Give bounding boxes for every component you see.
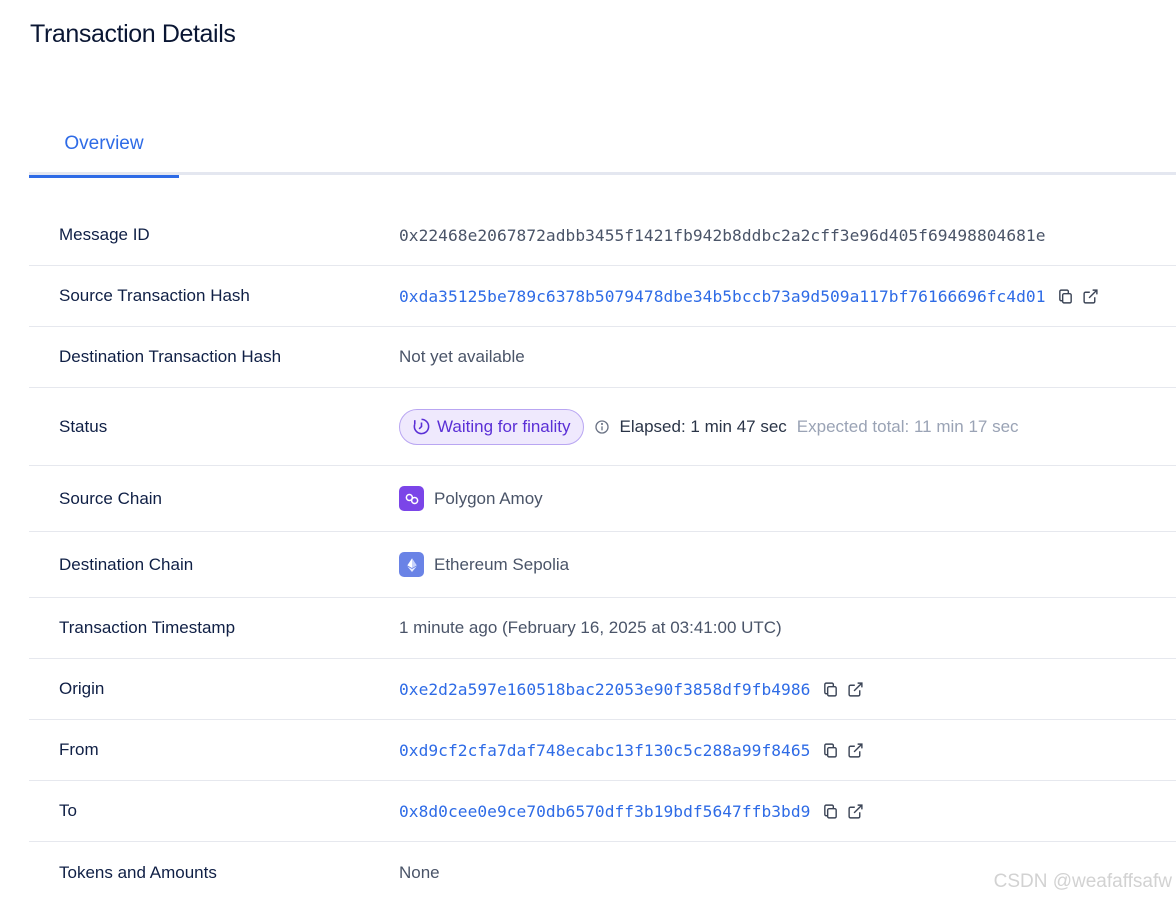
row-label: Origin (59, 679, 105, 698)
row-value: Not yet available (399, 347, 525, 366)
row-label: Destination Transaction Hash (59, 347, 282, 366)
row-value: None (399, 862, 440, 882)
watermark: CSDN @weafaffsafw (993, 871, 1172, 892)
status-badge-label: Waiting for finality (437, 416, 571, 436)
external-link-icon[interactable] (1081, 286, 1101, 306)
row-source-chain: Source Chain Polygon Amoy (29, 466, 1176, 532)
row-label: Destination Chain (59, 554, 194, 574)
row-value: 0xd9cf2cfa7daf748ecabc13f130c5c288a99f84… (399, 740, 865, 760)
tab-active-indicator (29, 175, 179, 178)
row-status: Status Waiting for finality Elapsed: 1 m… (29, 388, 1176, 466)
row-value: Waiting for finality Elapsed: 1 min 47 s… (399, 408, 1019, 445)
row-value: 0x22468e2067872adbb3455f1421fb942b8ddbc2… (399, 226, 1046, 245)
row-label: Transaction Timestamp (59, 618, 236, 637)
clock-icon (413, 418, 430, 435)
source-chain-name: Polygon Amoy (434, 488, 543, 508)
info-icon[interactable] (594, 419, 610, 435)
row-value: 0xda35125be789c6378b5079478dbe34b5bccb73… (399, 286, 1101, 306)
row-label: Status (59, 416, 108, 436)
expected-total-time: Expected total: 11 min 17 sec (796, 416, 1019, 436)
destination-chain-name: Ethereum Sepolia (434, 554, 570, 574)
row-origin: Origin 0xe2d2a597e160518bac22053e90f3858… (29, 659, 1176, 720)
row-label: Message ID (59, 225, 150, 244)
row-label: Tokens and Amounts (59, 862, 217, 882)
origin-address-link[interactable]: 0xe2d2a597e160518bac22053e90f3858df9fb49… (399, 680, 810, 699)
tab-bar: Overview (29, 112, 1176, 178)
page-title: Transaction Details (30, 20, 236, 48)
message-id-value: 0x22468e2067872adbb3455f1421fb942b8ddbc2… (399, 225, 1046, 245)
copy-icon[interactable] (820, 801, 840, 821)
copy-icon[interactable] (820, 740, 840, 760)
to-address-link[interactable]: 0x8d0cee0e9ce70db6570dff3b19bdf5647ffb3b… (399, 802, 810, 821)
row-label: Source Transaction Hash (59, 286, 250, 305)
external-link-icon[interactable] (845, 679, 865, 699)
row-label: To (59, 801, 77, 820)
copy-icon[interactable] (820, 679, 840, 699)
external-link-icon[interactable] (845, 801, 865, 821)
from-address-link[interactable]: 0xd9cf2cfa7daf748ecabc13f130c5c288a99f84… (399, 741, 810, 760)
copy-icon[interactable] (1056, 286, 1076, 306)
status-badge: Waiting for finality (399, 408, 584, 445)
row-destination-tx-hash: Destination Transaction Hash Not yet ava… (29, 327, 1176, 388)
row-value: Polygon Amoy (399, 486, 543, 511)
details-table: Message ID 0x22468e2067872adbb3455f1421f… (29, 205, 1176, 901)
row-destination-chain: Destination Chain Ethereum Sepolia (29, 532, 1176, 598)
row-value: 0x8d0cee0e9ce70db6570dff3b19bdf5647ffb3b… (399, 801, 865, 821)
row-message-id: Message ID 0x22468e2067872adbb3455f1421f… (29, 205, 1176, 266)
row-label: From (59, 740, 99, 759)
tab-overview[interactable]: Overview (29, 112, 179, 178)
ethereum-icon (399, 552, 424, 577)
row-value: Ethereum Sepolia (399, 552, 569, 577)
row-source-tx-hash: Source Transaction Hash 0xda35125be789c6… (29, 266, 1176, 327)
elapsed-time: Elapsed: 1 min 47 sec (619, 416, 787, 436)
row-transaction-timestamp: Transaction Timestamp 1 minute ago (Febr… (29, 598, 1176, 659)
row-from: From 0xd9cf2cfa7daf748ecabc13f130c5c288a… (29, 720, 1176, 781)
row-value: 1 minute ago (February 16, 2025 at 03:41… (399, 618, 782, 637)
polygon-icon (399, 486, 424, 511)
tab-overview-label: Overview (64, 132, 144, 154)
source-tx-hash-link[interactable]: 0xda35125be789c6378b5079478dbe34b5bccb73… (399, 287, 1046, 306)
row-value: 0xe2d2a597e160518bac22053e90f3858df9fb49… (399, 679, 865, 699)
row-label: Source Chain (59, 488, 163, 508)
row-to: To 0x8d0cee0e9ce70db6570dff3b19bdf5647ff… (29, 781, 1176, 842)
external-link-icon[interactable] (845, 740, 865, 760)
